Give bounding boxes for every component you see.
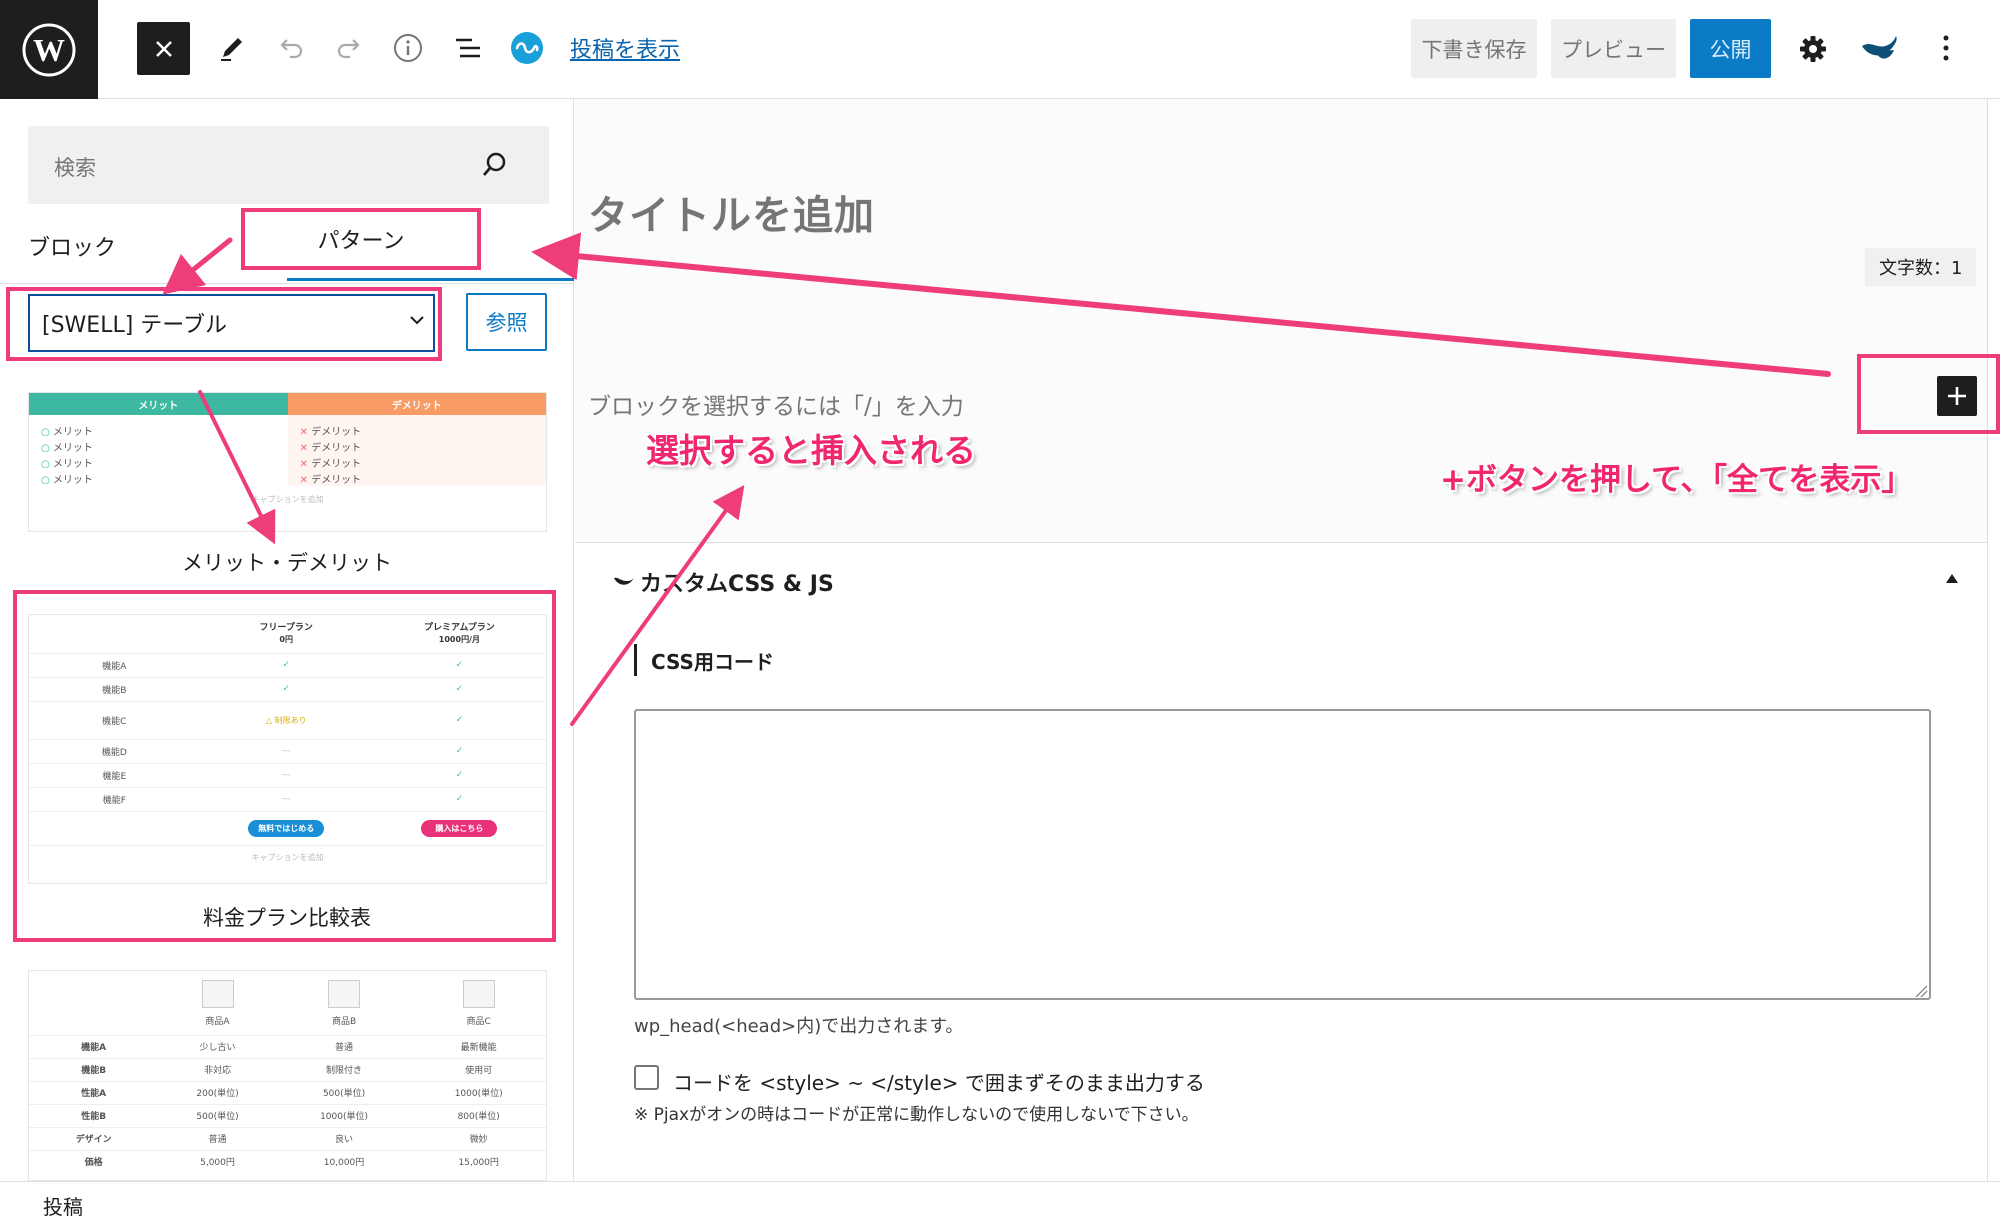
plan-title: プレミアムプラン [423,622,495,633]
search-icon [480,150,510,184]
merit-demerit-table: メリット デメリット ○ メリット ✕ デメリット ○ メリット ✕ デメリット ○… [29,393,546,505]
merit-item: メリット [52,474,93,486]
search-placeholder: 検索 [54,156,96,180]
table-row: 機能A ✓ ✓ [29,652,546,677]
publish-button[interactable]: 公開 [1690,19,1771,78]
pattern-label: メリット・デメリット [182,551,392,575]
merit-header: メリット [29,393,288,415]
active-tab-indicator [287,278,574,281]
css-help-text: wp_head(<head>内)で出力されます。 [634,1016,964,1037]
table-row: 性能A 200(単位) 500(単位) 1000(単位) [29,1080,546,1104]
plan-price: 0円 [279,634,293,644]
merit-item: メリット [52,427,93,438]
tab-patterns[interactable]: パターン [241,208,481,270]
raw-output-checkbox[interactable] [634,1065,659,1090]
pattern-label: 料金プラン比較表 [203,906,371,930]
pjax-warning-note: ※ Pjaxがオンの時はコードが正常に動作しないので使用しないで下さい。 [634,1105,1199,1125]
view-post-link[interactable]: 投稿を表示 [570,32,680,64]
meta-box-divider [575,542,1988,543]
purchase-button: 購入はこちら [421,819,498,837]
undo-icon[interactable] [273,30,309,66]
list-view-icon[interactable] [450,30,486,66]
add-block-button[interactable] [1937,376,1977,416]
svg-text:W: W [33,32,65,68]
resize-grip-icon[interactable] [1914,983,1928,1002]
browse-patterns-button[interactable]: 参照 [466,293,547,351]
table-row: 機能B 非対応 制限付き 使用可 [29,1057,546,1081]
table-row: 機能E — ✓ [29,762,546,787]
tab-divider [0,283,574,284]
plus-button-annotation: +ボタンを押して、「全てを表示」 [1440,462,1913,498]
editor-footer [0,1181,2000,1223]
plan-price: 1000円/月 [438,634,480,644]
jetpack-icon[interactable] [1858,28,1900,70]
css-code-label: CSS用コード [634,644,774,676]
breadcrumb[interactable]: 投稿 [43,1191,83,1220]
demerit-item: デメリット [311,427,362,438]
plan-title: フリープラン [259,622,313,633]
swell-icon[interactable] [509,30,545,66]
table-row: 価格 5,000円 10,000円 15,000円 [29,1149,546,1173]
plus-icon [1948,387,1966,405]
demerit-item: デメリット [311,474,362,486]
table-row: 機能F — ✓ [29,786,546,811]
close-inserter-button[interactable] [137,22,190,75]
canvas-right-border [1987,99,2000,1181]
collapse-icon[interactable] [1944,570,1960,589]
css-code-textarea[interactable] [634,709,1931,1000]
raw-output-checkbox-label[interactable]: コードを <style> ~ </style> で囲まずそのまま出力する [673,1067,1205,1096]
pattern-merit-demerit-preview[interactable]: メリット デメリット ○ メリット ✕ デメリット ○ メリット ✕ デメリット ○… [28,392,547,532]
search-input[interactable] [28,126,549,204]
custom-css-js-title[interactable]: カスタムCSS & JS [640,566,834,598]
table-row: 機能A 少し古い 普通 最新機能 [29,1034,546,1058]
table-row: 機能D — ✓ [29,738,546,763]
block-placeholder[interactable]: ブロックを選択するには「/」を入力 [588,387,964,421]
table-row: 性能B 500(単位) 1000(単位) 800(単位) [29,1103,546,1127]
merit-item: メリット [52,458,93,470]
table-caption: キャプションを追加 [29,844,546,869]
demerit-item: デメリット [311,442,362,454]
free-start-button: 無料ではじめる [248,819,325,837]
add-block-highlight-frame [1857,354,2000,434]
table-caption: キャプションを追加 [251,495,324,504]
image-placeholder-icon [462,980,495,1009]
wordpress-logo-icon[interactable]: W [0,0,98,99]
pattern-product-comparison-preview[interactable]: 商品A 商品B 商品C 機能A 少し古い 普通 最新機能 機能B 非対応 制限付き 使用可 … [28,970,547,1181]
chevron-down-icon [408,311,426,333]
gear-icon[interactable] [1795,31,1831,67]
tab-blocks[interactable]: ブロック [28,230,116,262]
image-placeholder-icon [201,980,234,1009]
product-comparison-table: 商品A 商品B 商品C 機能A 少し古い 普通 最新機能 機能B 非対応 制限付き 使用可 … [29,971,546,1173]
swell-leaf-icon [612,566,636,596]
more-vertical-icon[interactable] [1928,30,1964,66]
post-title-input[interactable]: タイトルを追加 [588,183,875,241]
demerit-header: デメリット [287,393,546,415]
pricing-table: フリープラン 0円 プレミアムプラン 1000円/月 機能A ✓ ✓ 機能B ✓ ✓ 機能C… [29,615,546,869]
redo-icon[interactable] [331,30,367,66]
demerit-item: デメリット [311,458,362,470]
pattern-pricing-table-preview[interactable]: フリープラン 0円 プレミアムプラン 1000円/月 機能A ✓ ✓ 機能B ✓ ✓ 機能C… [28,614,547,884]
insert-annotation: 選択すると挿入される [646,431,976,470]
pattern-category-select[interactable]: [SWELL] テーブル [28,294,435,352]
preview-button[interactable]: プレビュー [1551,19,1676,78]
merit-item: メリット [52,442,93,454]
image-placeholder-icon [328,980,361,1009]
table-row: デザイン 普通 良い 微妙 [29,1126,546,1150]
info-icon[interactable] [390,30,426,66]
save-draft-button[interactable]: 下書き保存 [1411,19,1537,78]
character-count-badge: 文字数：1 [1865,248,1977,286]
table-row: 機能B ✓ ✓ [29,676,546,701]
table-row: 機能C △ 制限あり ✓ [29,700,546,739]
pencil-icon[interactable] [214,30,250,66]
